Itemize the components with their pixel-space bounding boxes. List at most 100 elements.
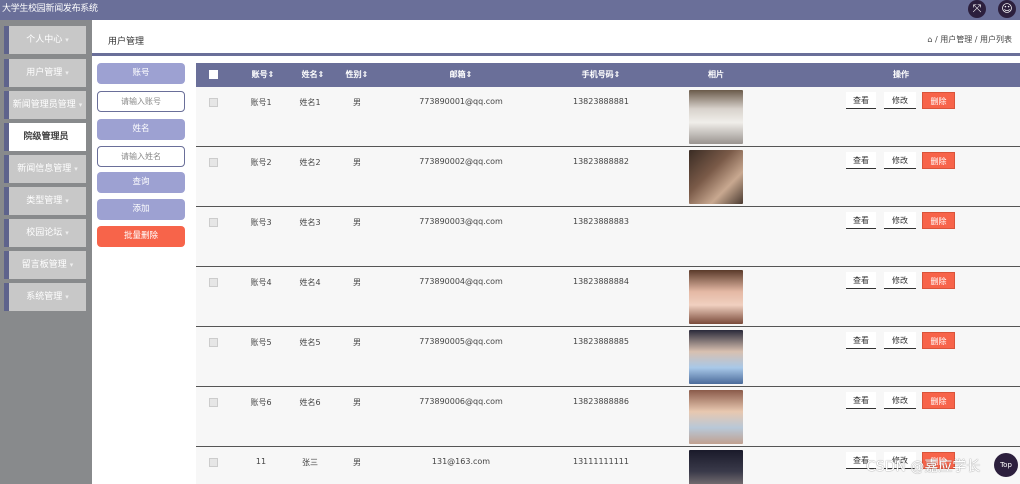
view-button[interactable]: 查看 xyxy=(846,152,876,169)
sidebar-item-message-board[interactable]: 留言板管理 ▾ xyxy=(4,251,86,279)
view-button[interactable]: 查看 xyxy=(846,92,876,109)
breadcrumb[interactable]: ⌂ / 用户管理 / 用户列表 xyxy=(927,34,1012,45)
sidebar-item-type-management[interactable]: 类型管理 ▾ xyxy=(4,187,86,215)
account-label: 账号 xyxy=(97,63,185,84)
col-photo: 相片 xyxy=(708,70,724,79)
cell-gender: 男 xyxy=(353,158,361,167)
cell-email: 131@163.com xyxy=(431,457,491,466)
chevron-down-icon: ▾ xyxy=(69,261,74,269)
cell-account: 账号6 xyxy=(250,398,272,407)
edit-button[interactable]: 修改 xyxy=(884,212,916,229)
cell-account: 账号1 xyxy=(250,98,272,107)
row-checkbox[interactable] xyxy=(209,218,218,227)
row-checkbox[interactable] xyxy=(209,458,218,467)
row-checkbox[interactable] xyxy=(209,278,218,287)
table-row: 账号6 姓名6 男 773890006@qq.com 13823888886 查看 修改 删除 xyxy=(196,387,1020,447)
edit-button[interactable]: 修改 xyxy=(884,392,916,409)
user-photo xyxy=(689,90,743,144)
chevron-down-icon: ▾ xyxy=(65,36,69,44)
user-icon[interactable]: ☺ xyxy=(998,0,1016,18)
account-input[interactable]: 请输入账号 xyxy=(97,91,185,112)
cell-gender: 男 xyxy=(353,338,361,347)
view-button[interactable]: 查看 xyxy=(846,212,876,229)
chevron-down-icon: ▾ xyxy=(65,197,69,205)
sidebar-item-news-admin[interactable]: 新闻管理员管理 ▾ xyxy=(4,91,86,119)
table-header: 账号⇕ 姓名⇕ 性别⇕ 邮箱⇕ 手机号码⇕ 相片 操作 xyxy=(196,63,1020,87)
query-button[interactable]: 查询 xyxy=(97,172,185,193)
sidebar-item-forum[interactable]: 校园论坛 ▾ xyxy=(4,219,86,247)
edit-button[interactable]: 修改 xyxy=(884,152,916,169)
sidebar-item-label: 校园论坛 xyxy=(26,228,63,238)
table-row: 账号1 姓名1 男 773890001@qq.com 13823888881 查看 修改 删除 xyxy=(196,87,1020,147)
view-button[interactable]: 查看 xyxy=(846,272,876,289)
sidebar-item-user-management[interactable]: 用户管理 ▾ xyxy=(4,59,86,87)
edit-button[interactable]: 修改 xyxy=(884,92,916,109)
view-button[interactable]: 查看 xyxy=(846,392,876,409)
chevron-down-icon: ▾ xyxy=(65,229,69,237)
user-photo xyxy=(689,390,743,444)
row-checkbox[interactable] xyxy=(209,398,218,407)
cell-email: 773890006@qq.com xyxy=(419,397,503,406)
view-button[interactable]: 查看 xyxy=(846,332,876,349)
app-title: 大学生校园新闻发布系统 xyxy=(2,4,98,14)
delete-button[interactable]: 删除 xyxy=(922,392,955,409)
cell-gender: 男 xyxy=(353,98,361,107)
sidebar-item-news-info[interactable]: 新闻信息管理 ▾ xyxy=(4,155,86,183)
col-email-label: 邮箱 xyxy=(449,70,466,79)
back-to-top-button[interactable]: Top xyxy=(994,453,1018,477)
cell-phone: 13823888884 xyxy=(573,277,629,286)
cell-phone: 13823888882 xyxy=(573,157,629,166)
cell-phone: 13823888886 xyxy=(573,397,629,406)
col-phone[interactable]: 手机号码⇕ xyxy=(576,63,626,87)
col-account[interactable]: 账号⇕ xyxy=(248,63,278,87)
chevron-down-icon: ▾ xyxy=(74,165,78,173)
row-checkbox[interactable] xyxy=(209,98,218,107)
col-gender-label: 性别 xyxy=(345,70,362,79)
chevron-down-icon: ▾ xyxy=(65,293,69,301)
select-all-checkbox[interactable] xyxy=(209,70,218,79)
delete-button[interactable]: 删除 xyxy=(922,92,955,109)
row-checkbox[interactable] xyxy=(209,158,218,167)
cell-phone: 13823888883 xyxy=(573,217,629,226)
cell-name: 姓名6 xyxy=(299,398,321,407)
sidebar-item-label: 留言板管理 xyxy=(21,260,67,270)
delete-button[interactable]: 删除 xyxy=(922,332,955,349)
name-input[interactable]: 请输入姓名 xyxy=(97,146,185,167)
cell-gender: 男 xyxy=(353,218,361,227)
col-account-label: 账号 xyxy=(251,70,268,79)
delete-button[interactable]: 删除 xyxy=(922,152,955,169)
cell-name: 姓名4 xyxy=(299,278,321,287)
add-button[interactable]: 添加 xyxy=(97,199,185,220)
batch-delete-button[interactable]: 批量删除 xyxy=(97,226,185,247)
col-email[interactable]: 邮箱⇕ xyxy=(441,63,481,87)
cell-account: 11 xyxy=(255,457,267,466)
cell-email: 773890005@qq.com xyxy=(419,337,503,346)
col-phone-label: 手机号码 xyxy=(581,70,614,79)
chevron-down-icon: ▾ xyxy=(78,101,83,109)
cell-email: 773890001@qq.com xyxy=(419,97,503,106)
delete-button[interactable]: 删除 xyxy=(922,272,955,289)
name-label: 姓名 xyxy=(97,119,185,140)
sidebar-item-label: 个人中心 xyxy=(26,35,63,45)
watermark: CSDN @嘉应学长 xyxy=(866,459,981,475)
cell-account: 账号5 xyxy=(250,338,272,347)
cell-email: 773890002@qq.com xyxy=(419,157,503,166)
table-row: 账号4 姓名4 男 773890004@qq.com 13823888884 查看 修改 删除 xyxy=(196,267,1020,327)
cell-name: 姓名3 xyxy=(299,218,321,227)
sidebar-item-system[interactable]: 系统管理 ▾ xyxy=(4,283,86,311)
sidebar-item-label: 新闻信息管理 xyxy=(17,164,72,174)
row-checkbox[interactable] xyxy=(209,338,218,347)
cell-phone: 13823888885 xyxy=(573,337,629,346)
cell-account: 账号4 xyxy=(250,278,272,287)
col-name[interactable]: 姓名⇕ xyxy=(298,63,328,87)
cell-account: 账号2 xyxy=(250,158,272,167)
sidebar-item-label: 院级管理员 xyxy=(23,132,69,142)
col-gender[interactable]: 性别⇕ xyxy=(342,63,372,87)
sidebar-item-college-admin[interactable]: 院级管理员 xyxy=(4,123,86,151)
edit-button[interactable]: 修改 xyxy=(884,332,916,349)
edit-button[interactable]: 修改 xyxy=(884,272,916,289)
expand-icon[interactable]: ⤧ xyxy=(968,0,986,18)
sidebar-item-personal-center[interactable]: 个人中心 ▾ xyxy=(4,26,86,54)
delete-button[interactable]: 删除 xyxy=(922,212,955,229)
cell-name: 张三 xyxy=(302,458,318,467)
